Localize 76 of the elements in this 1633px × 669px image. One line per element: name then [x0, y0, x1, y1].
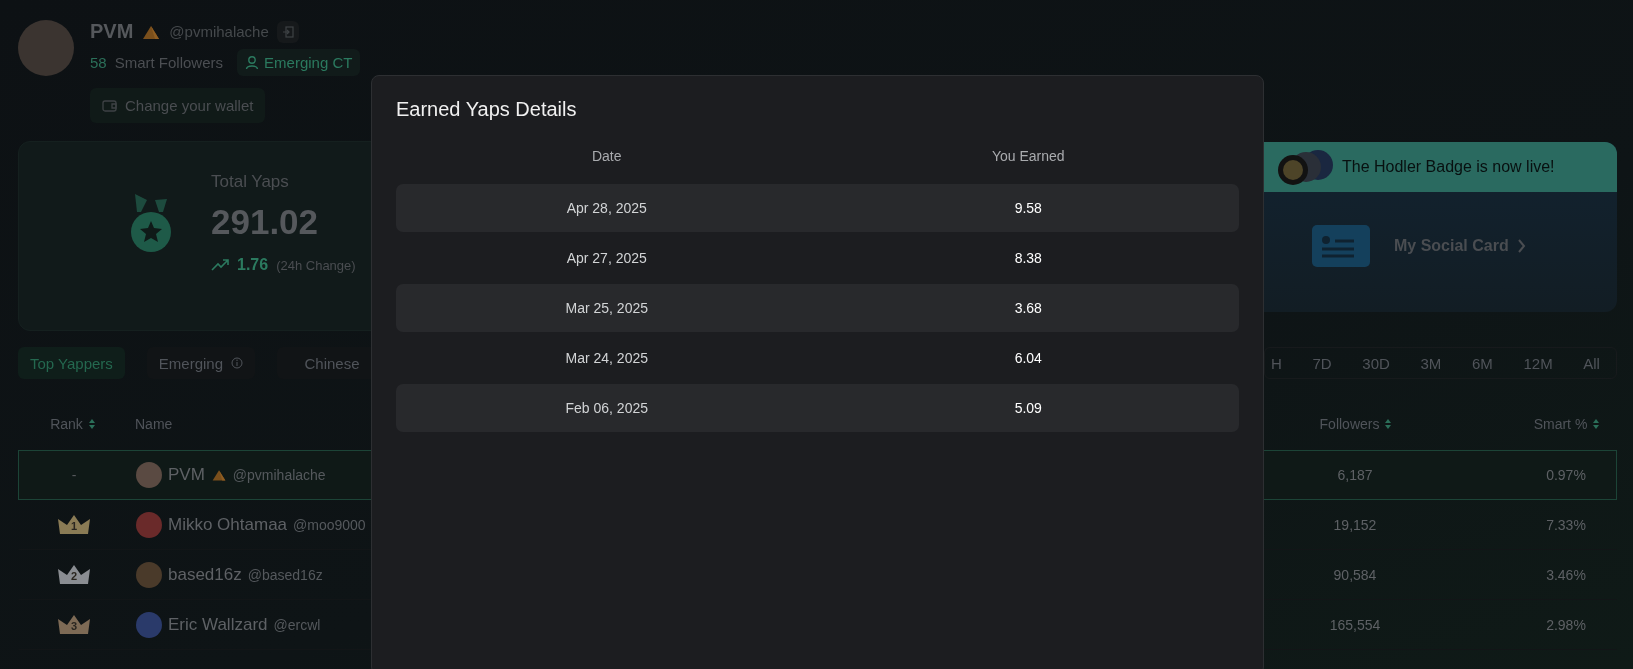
logout-button[interactable]	[276, 20, 299, 43]
user-handle: @pvmihalache	[232, 467, 326, 483]
period-tab[interactable]: 30D	[1356, 348, 1396, 378]
followers-cell-text: 90,584	[1332, 567, 1378, 583]
earned-cell: 9.58	[1014, 200, 1042, 216]
date-cell: Apr 28, 2025	[566, 200, 647, 216]
column-header[interactable]: Followers	[1319, 416, 1393, 432]
avatar	[18, 20, 74, 76]
period-tab[interactable]: H	[1265, 348, 1288, 378]
smart-percent-cell-text: 7.33%	[1545, 517, 1587, 533]
status-tag: Emerging CT	[237, 49, 361, 76]
profile-name: PVM	[90, 20, 134, 43]
smart-percent-cell-text: 0.97%	[1545, 467, 1587, 483]
wallet-icon	[102, 98, 117, 113]
sort-icon	[1384, 418, 1393, 430]
date-cell: Mar 24, 2025	[565, 350, 648, 366]
earned-cell: 3.68	[1014, 300, 1042, 316]
sort-icon	[1592, 418, 1601, 430]
column-header[interactable]: Name	[135, 416, 173, 432]
avatar	[136, 462, 162, 488]
stat-value: 291.02	[211, 202, 320, 242]
earned-cell: 5.09	[1014, 400, 1042, 416]
user-name[interactable]: based16z	[168, 565, 242, 585]
followers-cell-text: 165,554	[1328, 617, 1382, 633]
user-handle: @moo9000	[293, 517, 366, 533]
avatar	[136, 512, 162, 538]
avatar	[136, 612, 162, 638]
earned-cell: 8.38	[1014, 250, 1042, 266]
period-tab[interactable]: All	[1577, 348, 1606, 378]
user-name[interactable]: Eric Wallzard	[168, 615, 268, 635]
smart-followers-label: Smart Followers	[114, 54, 224, 71]
user-name[interactable]: Mikko Ohtamaa	[168, 515, 288, 535]
info-icon	[231, 357, 244, 369]
user-name[interactable]: PVM	[168, 465, 205, 485]
user-handle: @ercwl	[273, 617, 321, 633]
sort-icon	[87, 418, 96, 430]
column-header[interactable]: Smart %	[1533, 416, 1601, 432]
chevron-right-icon	[1516, 239, 1526, 253]
logout-icon	[281, 25, 294, 38]
category-tab[interactable]: Emerging	[146, 347, 256, 379]
change-value: 1.76	[237, 256, 269, 274]
coins-icon	[1276, 148, 1334, 186]
person-icon	[245, 55, 260, 70]
modal-title: Earned Yaps Details	[396, 98, 578, 122]
avatar	[136, 562, 162, 588]
period-tab[interactable]: 7D	[1306, 348, 1338, 378]
change-label: (24h Change)	[276, 257, 356, 273]
smart-percent-cell-text: 3.46%	[1545, 567, 1587, 583]
date-cell: Feb 06, 2025	[565, 400, 648, 416]
date-cell: Apr 27, 2025	[566, 250, 647, 266]
crown-icon: 1	[58, 514, 90, 536]
earned-cell: 6.04	[1014, 350, 1042, 366]
followers-cell-text: 19,152	[1332, 517, 1378, 533]
profile-handle: @pvmihalache	[169, 23, 269, 40]
user-handle: @based16z	[247, 567, 323, 583]
category-tab[interactable]: Top Yappers	[18, 347, 125, 379]
change-wallet-button[interactable]: Change your wallet	[90, 88, 266, 123]
rank-text: -	[71, 467, 77, 483]
promo-banner[interactable]: The Hodler Badge is now live!	[1264, 142, 1617, 192]
column-header: You Earned	[991, 148, 1065, 164]
id-card-icon	[1312, 225, 1370, 267]
column-header: Date	[591, 148, 622, 164]
crown-icon: 3	[58, 614, 90, 636]
period-tab[interactable]: 3M	[1414, 348, 1448, 378]
stat-label: Total Yaps	[211, 172, 290, 192]
column-header[interactable]: Rank	[50, 416, 96, 432]
smart-percent-cell-text: 2.98%	[1545, 617, 1587, 633]
period-tab[interactable]: 12M	[1517, 348, 1559, 378]
crown-icon: 2	[58, 564, 90, 586]
trend-up-icon	[211, 259, 229, 271]
social-card-link[interactable]: My Social Card	[1394, 237, 1526, 255]
banner-text: The Hodler Badge is now live!	[1342, 158, 1555, 176]
date-cell: Mar 25, 2025	[565, 300, 648, 316]
smart-followers-count: 58	[90, 54, 107, 71]
followers-cell-text: 6,187	[1336, 467, 1374, 483]
period-tab[interactable]: 6M	[1465, 348, 1499, 378]
